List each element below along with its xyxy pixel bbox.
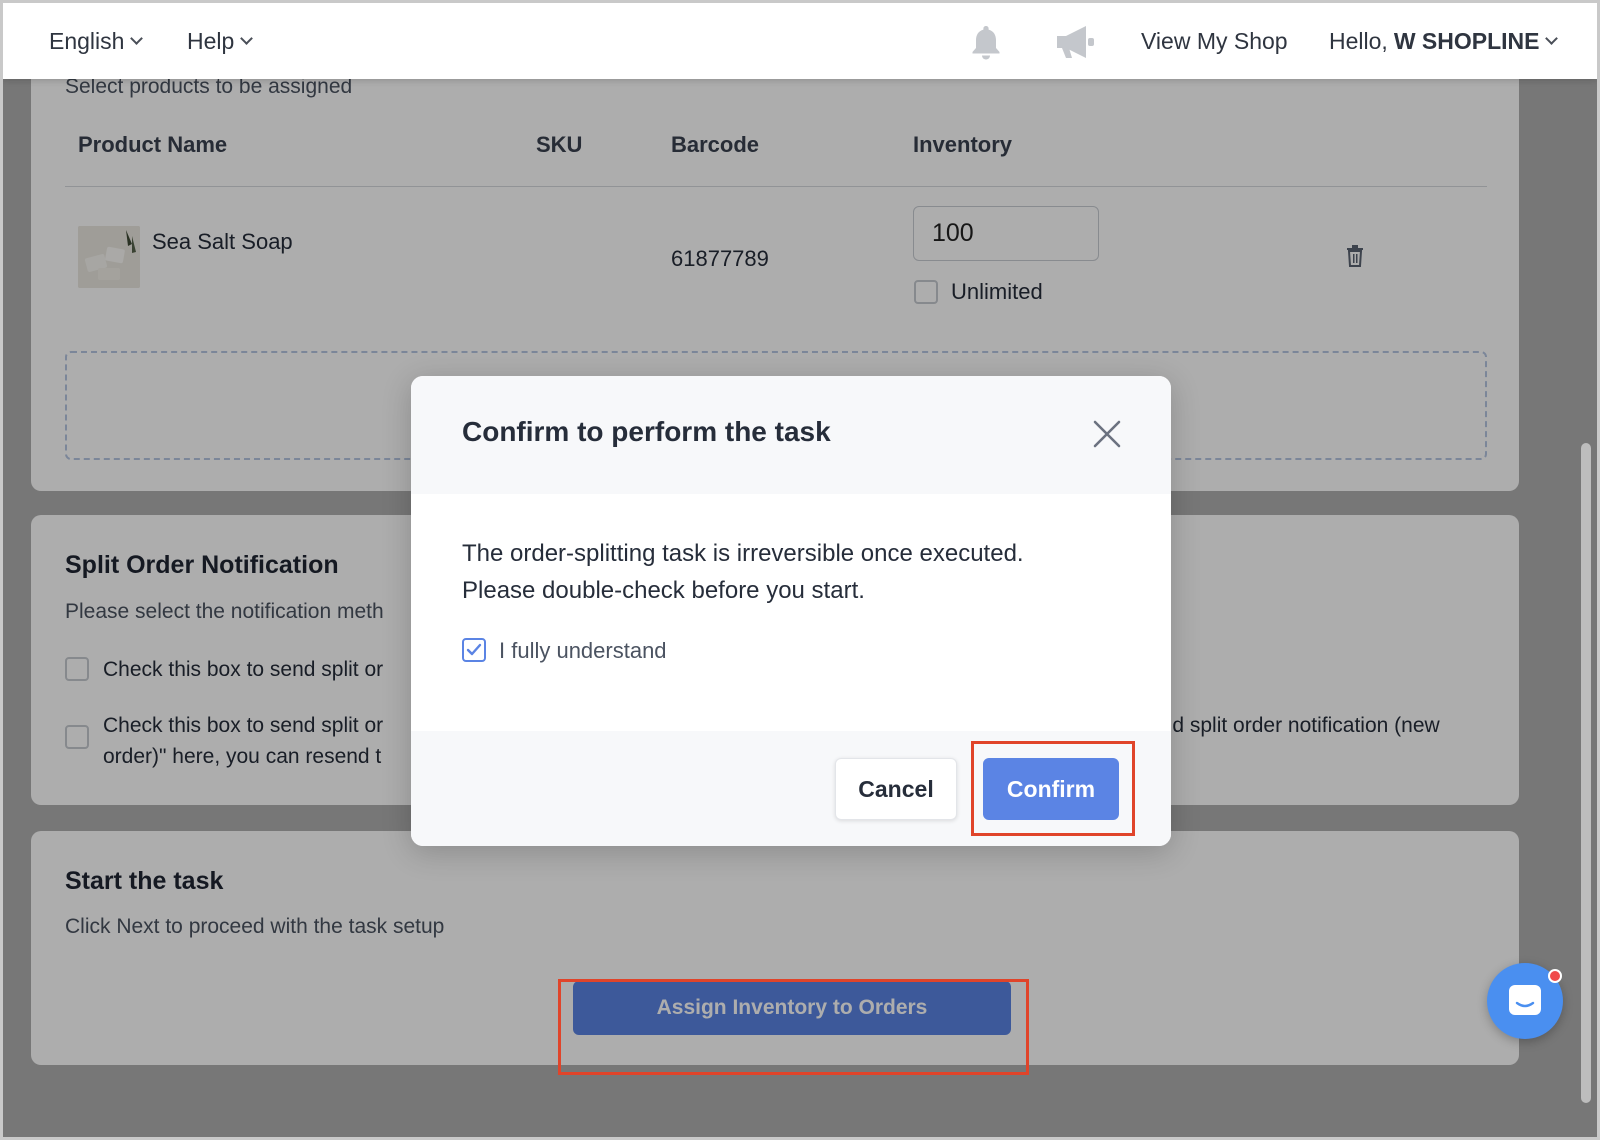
help-dropdown[interactable]: Help — [187, 3, 254, 79]
chevron-down-icon — [130, 31, 144, 45]
app-window: English Help View My Shop Hello, W SHOPL… — [0, 0, 1600, 1140]
chevron-down-icon — [240, 31, 254, 45]
assign-inventory-button-highlight — [558, 979, 1029, 1075]
view-my-shop-link[interactable]: View My Shop — [1141, 3, 1288, 79]
page-scrollbar[interactable] — [1581, 443, 1591, 1103]
dialog-message-line-1: The order-splitting task is irreversible… — [462, 540, 1024, 567]
understand-checkbox[interactable] — [462, 638, 486, 662]
bell-icon[interactable] — [965, 21, 1007, 63]
announcement-megaphone-icon[interactable] — [1053, 21, 1095, 63]
close-icon[interactable] — [1091, 418, 1123, 450]
confirm-button-highlight — [971, 741, 1135, 836]
top-navigation-bar: English Help View My Shop Hello, W SHOPL… — [3, 3, 1597, 79]
cancel-button[interactable]: Cancel — [835, 758, 957, 820]
checkmark-icon — [466, 643, 482, 656]
help-label: Help — [187, 27, 235, 54]
dialog-title: Confirm to perform the task — [462, 416, 831, 447]
notification-dot — [1548, 969, 1562, 983]
greeting-label: Hello, — [1329, 27, 1388, 54]
dialog-message-line-2: Please double-check before you start. — [462, 577, 865, 604]
understand-checkbox-label: I fully understand — [499, 638, 667, 663]
chevron-down-icon — [1545, 31, 1559, 45]
user-name: W SHOPLINE — [1393, 27, 1540, 54]
view-my-shop-label: View My Shop — [1141, 27, 1288, 54]
language-dropdown[interactable]: English — [49, 3, 144, 79]
user-menu-dropdown[interactable]: Hello, W SHOPLINE — [1329, 3, 1559, 79]
chat-icon — [1509, 985, 1541, 1015]
dialog-header: Confirm to perform the task — [411, 376, 1171, 494]
language-label: English — [49, 27, 125, 54]
